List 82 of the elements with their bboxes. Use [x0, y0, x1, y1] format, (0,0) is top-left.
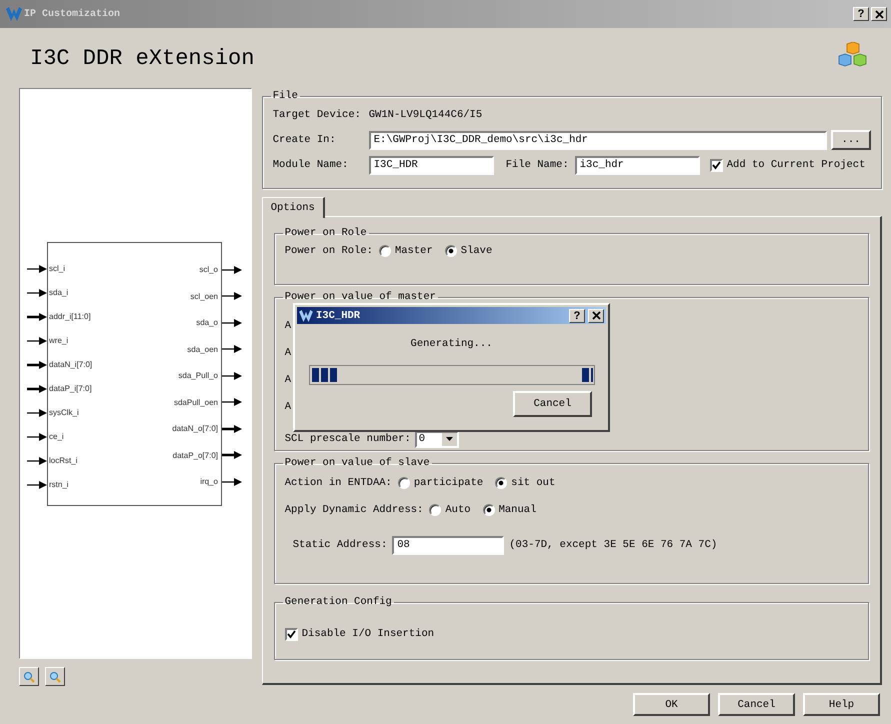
- group-title: Power on value of slave: [284, 457, 431, 469]
- checkbox-label: Disable I/O Insertion: [302, 628, 434, 640]
- field-label: Module Name:: [272, 159, 350, 171]
- magnifier-icon: [23, 670, 35, 682]
- dropdown-arrow-icon: [446, 437, 453, 441]
- checkbox[interactable]: [284, 628, 298, 640]
- field-label: A: [284, 320, 292, 332]
- radio-button[interactable]: [482, 504, 495, 516]
- radio-button[interactable]: [398, 477, 410, 489]
- group-title: Generation Config: [284, 596, 393, 608]
- group-title: File: [272, 90, 299, 102]
- options-tab[interactable]: Options: [262, 197, 325, 218]
- close-icon: [592, 311, 600, 320]
- help-button[interactable]: ?: [853, 7, 869, 21]
- pin-label: wre_i: [49, 336, 68, 346]
- pin-label: dataN_i[7:0]: [49, 360, 92, 370]
- radio-label: participate: [414, 477, 484, 489]
- checkbox-label: Add to Current Project: [726, 159, 866, 171]
- radio-label: Manual: [498, 504, 536, 516]
- pin-label: locRst_i: [49, 456, 78, 466]
- field-label: Apply Dynamic Address:: [284, 504, 424, 516]
- field-label: File Name:: [506, 159, 569, 171]
- pin-label: irq_o: [200, 477, 218, 486]
- group-title: Power on Role: [284, 227, 368, 239]
- field-label: A: [284, 374, 292, 386]
- pin-label: scl_oen: [190, 292, 218, 301]
- field-label: Action in ENTDAA:: [284, 477, 392, 489]
- address-hint: (03-7D, except 3E 5E 6E 76 7A 7C): [509, 539, 718, 551]
- pin-label: scl_i: [49, 264, 66, 274]
- module-name-field[interactable]: I3C_HDR: [368, 156, 494, 174]
- radio-button[interactable]: [495, 477, 508, 489]
- pin-label: sda_i: [49, 288, 68, 298]
- field-label: A: [284, 347, 292, 359]
- cancel-button[interactable]: Cancel: [513, 391, 592, 417]
- pin-label: dataP_i[7:0]: [49, 384, 92, 394]
- field-label: Static Address:: [292, 539, 388, 551]
- radio-button[interactable]: [444, 245, 457, 257]
- dialog-button[interactable]: OK: [633, 693, 710, 716]
- field-label: Create In:: [272, 134, 337, 146]
- radio-button[interactable]: [378, 245, 391, 257]
- pin-label: ce_i: [49, 432, 64, 442]
- pin-label: sda_oen: [187, 344, 218, 354]
- zoom-in-button[interactable]: [19, 667, 39, 686]
- pin-label: dataN_o[7:0]: [172, 424, 218, 434]
- close-button[interactable]: [588, 308, 604, 322]
- logo-icon: [299, 310, 313, 322]
- static-address-field[interactable]: 08: [392, 536, 504, 554]
- pin-label: rstn_i: [49, 480, 69, 490]
- pin-label: sda_o: [196, 318, 218, 328]
- field-label: Power on Role:: [284, 245, 373, 257]
- dialog-heading: I3C DDR eXtension: [30, 46, 254, 70]
- dialog-title: I3C_HDR: [316, 310, 360, 322]
- zoom-out-button[interactable]: [45, 667, 65, 686]
- checkbox[interactable]: [710, 158, 723, 172]
- browse-button[interactable]: ...: [831, 130, 871, 150]
- radio-button[interactable]: [429, 504, 442, 516]
- pin-label: scl_o: [199, 265, 218, 274]
- pin-label: addr_i[11:0]: [49, 312, 91, 322]
- radio-label: sit out: [511, 477, 556, 489]
- pin-label: sdaPull_oen: [174, 398, 218, 407]
- close-icon: [874, 10, 884, 18]
- window-title: IP Customization: [24, 8, 120, 20]
- close-button[interactable]: [871, 7, 887, 21]
- pin-label: sda_Pull_o: [178, 371, 218, 380]
- create-in-field[interactable]: E:\GWProj\I3C_DDR_demo\src\i3c_hdr: [368, 130, 827, 150]
- dialog-button[interactable]: Cancel: [718, 693, 795, 716]
- radio-label: Auto: [445, 504, 471, 516]
- field-label: A: [284, 401, 292, 413]
- radio-label: Master: [394, 245, 433, 257]
- group-title: Power on value of master: [284, 291, 437, 303]
- logo-icon: [6, 7, 22, 21]
- dialog-button[interactable]: Help: [803, 693, 880, 716]
- pin-label: dataP_o[7:0]: [172, 450, 218, 460]
- magnifier-icon: [49, 670, 61, 682]
- target-device-value: GW1N-LV9LQ144C6/I5: [368, 109, 482, 121]
- radio-label: Slave: [460, 245, 492, 257]
- pin-label: sysClk_i: [49, 408, 79, 418]
- file-name-field[interactable]: i3c_hdr: [574, 156, 700, 174]
- field-label: SCL prescale number:: [284, 433, 411, 445]
- field-label: Target Device:: [272, 109, 362, 121]
- progress-message: Generating...: [410, 338, 494, 350]
- help-button[interactable]: ?: [569, 308, 585, 322]
